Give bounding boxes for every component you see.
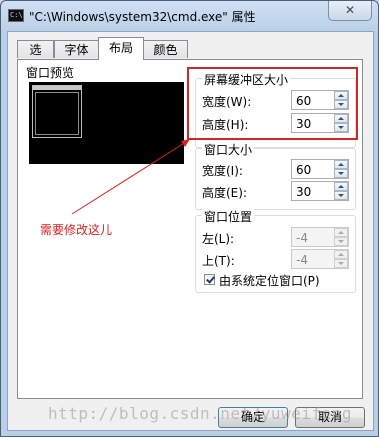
position-left-spinner[interactable]: -4: [291, 227, 349, 247]
spin-up-icon[interactable]: [334, 228, 348, 237]
system-position-label[interactable]: 由系统定位窗口(P): [219, 272, 320, 289]
console-window-icon: C:\: [8, 9, 24, 22]
window-height-spinner[interactable]: 30: [291, 181, 349, 201]
title-bar[interactable]: C:\ "C:\Windows\system32\cmd.exe" 属性 ✕: [1, 1, 378, 31]
preview-label: 窗口预览: [26, 66, 75, 80]
window-title: "C:\Windows\system32\cmd.exe" 属性: [29, 10, 256, 24]
tab-font[interactable]: 字体: [54, 40, 99, 58]
spin-down-icon[interactable]: [334, 169, 348, 178]
window-preview: [29, 82, 184, 164]
window-position-group: 窗口位置 左(L): -4 上(T): -4 由系统定位窗口(P): [195, 208, 356, 293]
spin-down-icon[interactable]: [334, 237, 348, 246]
window-width-value[interactable]: 60: [296, 163, 311, 177]
position-top-spinner[interactable]: -4: [291, 249, 349, 269]
spin-down-icon[interactable]: [334, 259, 348, 268]
tab-options[interactable]: 选项: [17, 40, 54, 75]
window-width-label: 宽度(I):: [202, 164, 243, 178]
properties-window: C:\ "C:\Windows\system32\cmd.exe" 属性 ✕ 选…: [0, 0, 379, 437]
window-width-spinner[interactable]: 60: [291, 159, 349, 179]
close-button[interactable]: ✕: [328, 1, 372, 21]
annotation-text: 需要修改这儿: [40, 223, 113, 237]
watermark-text: http://blog.csdn.net/yuweifeng: [48, 404, 352, 423]
spin-up-icon[interactable]: [334, 182, 348, 191]
window-height-value[interactable]: 30: [296, 185, 311, 199]
position-top-label: 上(T):: [202, 254, 235, 268]
position-top-value[interactable]: -4: [296, 253, 308, 267]
annotation-highlight-box: [187, 67, 358, 140]
window-size-title: 窗口大小: [202, 141, 255, 158]
window-position-title: 窗口位置: [202, 208, 255, 225]
position-left-label: 左(L):: [202, 232, 235, 246]
spin-down-icon[interactable]: [334, 191, 348, 200]
spin-up-icon[interactable]: [334, 250, 348, 259]
tab-layout[interactable]: 布局: [98, 37, 144, 60]
spin-up-icon[interactable]: [334, 160, 348, 169]
preview-window-icon: [32, 85, 82, 138]
system-position-checkbox[interactable]: [204, 274, 215, 285]
position-left-value[interactable]: -4: [296, 231, 308, 245]
window-size-group: 窗口大小 宽度(I): 60 高度(E): 30: [195, 141, 356, 210]
window-height-label: 高度(E):: [202, 186, 247, 200]
tab-colors[interactable]: 颜色: [143, 40, 188, 58]
